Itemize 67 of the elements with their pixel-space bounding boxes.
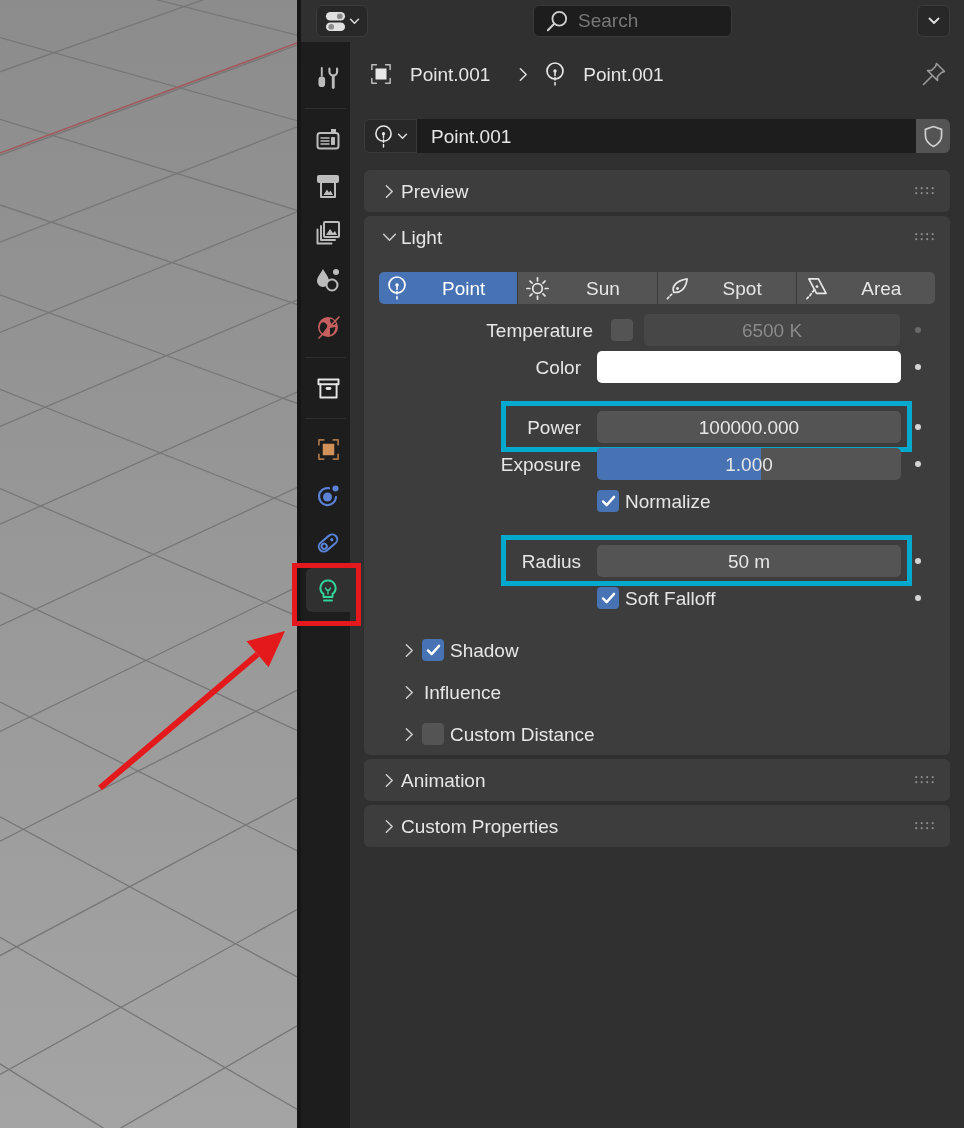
shield-button[interactable] — [916, 119, 950, 153]
number-field[interactable]: 50 m — [597, 545, 901, 577]
point-light-icon — [545, 62, 566, 86]
dropdown-button[interactable] — [917, 5, 950, 37]
sun-icon — [526, 276, 550, 300]
property-label: Color — [534, 357, 581, 377]
spotlight-icon — [665, 276, 689, 300]
name-field[interactable]: Point.001 — [417, 119, 916, 153]
chevron-right-icon — [519, 66, 529, 82]
check-icon — [425, 644, 441, 656]
lightbulb-icon — [318, 578, 338, 602]
point-light-icon — [387, 276, 407, 300]
caret-icon — [396, 132, 408, 140]
screwdriver-wrench-icon — [317, 66, 339, 90]
browse-button[interactable] — [364, 119, 417, 153]
light-type-tab[interactable]: Point — [379, 272, 518, 304]
property-label: Radius — [520, 551, 581, 571]
properties-tab[interactable] — [306, 568, 350, 612]
camera-icon — [316, 128, 340, 150]
subpanel-title[interactable]: Shadow — [450, 640, 519, 660]
printer-icon — [316, 174, 340, 198]
panel-title[interactable]: Animation — [401, 770, 915, 790]
caret-icon — [348, 17, 360, 25]
panel-title[interactable]: Custom Properties — [401, 816, 915, 836]
breadcrumb-label: Point.001 — [583, 64, 664, 84]
subpanel-title[interactable]: Custom Distance — [450, 724, 595, 744]
checkbox[interactable] — [597, 490, 619, 512]
property-label: Power — [526, 417, 581, 437]
breadcrumb-label: Point.001 — [410, 64, 491, 84]
search-field[interactable]: Search — [533, 5, 732, 37]
light-type-tab[interactable]: Area — [796, 272, 935, 304]
point-light-icon — [373, 124, 393, 148]
light-type-tab[interactable]: Sun — [518, 272, 657, 304]
check-icon — [600, 592, 616, 604]
area-light-icon — [804, 276, 828, 300]
square-brackets-icon — [316, 437, 340, 461]
property-label: Exposure — [499, 454, 581, 474]
drag-handle-icon[interactable] — [915, 776, 935, 784]
link-plate-icon — [316, 531, 340, 555]
color-field[interactable] — [597, 351, 901, 383]
archive-box-icon — [316, 377, 340, 399]
pin-icon[interactable] — [922, 62, 946, 86]
subpanel-title[interactable]: Influence — [424, 682, 502, 702]
globe-icon — [316, 315, 340, 339]
light-type-tab[interactable]: Spot — [657, 272, 796, 304]
caret-icon — [927, 17, 940, 25]
drag-handle-icon[interactable] — [915, 822, 935, 830]
editor-type-button[interactable] — [316, 5, 368, 37]
drag-handle-icon[interactable] — [915, 233, 935, 241]
orbit-circle-icon — [316, 484, 340, 508]
property-label: Temperature — [485, 320, 593, 340]
number-field[interactable]: 100000.000 — [597, 411, 901, 443]
toggle-switches-icon — [324, 10, 346, 32]
image-stack-icon — [316, 221, 340, 245]
shield-icon — [923, 124, 943, 148]
checkbox[interactable] — [597, 587, 619, 609]
drop-sphere-icon — [316, 268, 340, 292]
check-icon — [600, 495, 616, 507]
checkbox-label[interactable]: Soft Falloff — [625, 588, 901, 608]
square-brackets-icon — [370, 63, 392, 85]
checkbox[interactable] — [422, 639, 444, 661]
panel-title[interactable]: Preview — [401, 181, 915, 201]
search-input[interactable]: Search — [578, 10, 708, 32]
checkbox-label[interactable]: Normalize — [625, 491, 901, 511]
drag-handle-icon[interactable] — [915, 187, 935, 195]
panel-title[interactable]: Light — [401, 227, 915, 247]
search-icon — [546, 10, 568, 32]
